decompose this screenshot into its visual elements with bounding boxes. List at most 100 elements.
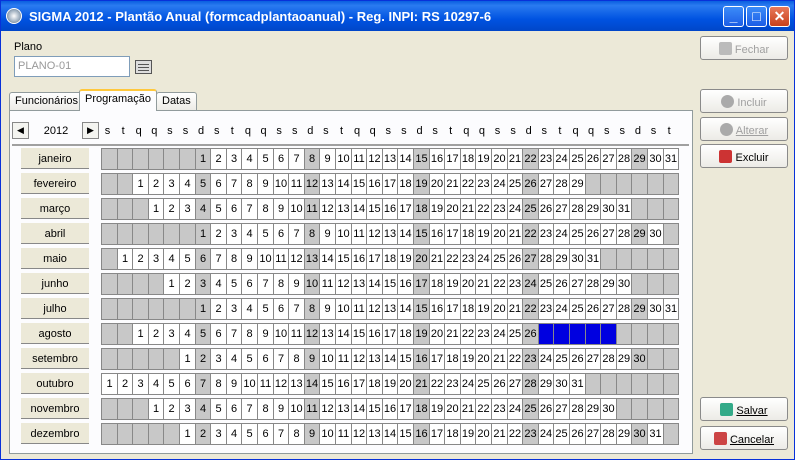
day-cell[interactable]: 27 xyxy=(522,248,539,270)
day-cell[interactable]: 1 xyxy=(132,323,149,345)
day-cell[interactable]: 21 xyxy=(507,148,523,170)
day-cell[interactable]: 24 xyxy=(491,323,508,345)
day-cell[interactable]: 14 xyxy=(351,198,367,220)
day-cell[interactable]: 7 xyxy=(241,398,258,420)
day-cell[interactable]: 15 xyxy=(366,198,383,220)
day-cell[interactable]: 4 xyxy=(195,198,211,220)
day-cell[interactable]: 7 xyxy=(273,348,289,370)
day-cell[interactable]: 23 xyxy=(444,373,461,395)
day-cell[interactable]: 18 xyxy=(382,248,398,270)
day-cell[interactable]: 6 xyxy=(241,273,258,295)
day-cell[interactable]: 5 xyxy=(257,298,274,320)
day-cell[interactable]: 28 xyxy=(600,423,617,445)
day-cell[interactable]: 11 xyxy=(351,223,367,245)
day-cell[interactable]: 22 xyxy=(522,298,539,320)
day-cell[interactable]: 30 xyxy=(647,148,664,170)
day-cell[interactable]: 7 xyxy=(210,248,227,270)
day-cell[interactable]: 22 xyxy=(460,173,476,195)
day-cell[interactable]: 25 xyxy=(569,223,586,245)
day-cell[interactable]: 12 xyxy=(273,373,289,395)
day-cell[interactable]: 15 xyxy=(413,223,430,245)
day-cell[interactable]: 7 xyxy=(288,298,305,320)
day-cell[interactable]: 3 xyxy=(226,298,242,320)
day-cell[interactable]: 14 xyxy=(382,423,398,445)
day-cell[interactable]: 23 xyxy=(475,323,492,345)
day-cell[interactable]: 11 xyxy=(351,298,367,320)
plano-input[interactable]: PLANO-01 xyxy=(14,56,130,77)
day-cell[interactable]: 11 xyxy=(319,273,336,295)
day-cell[interactable]: 25 xyxy=(569,298,586,320)
day-cell[interactable]: 23 xyxy=(522,423,539,445)
day-cell[interactable]: 16 xyxy=(429,223,445,245)
day-cell[interactable]: 24 xyxy=(507,198,523,220)
day-cell[interactable]: 12 xyxy=(319,198,336,220)
day-cell[interactable]: 6 xyxy=(273,298,289,320)
day-cell[interactable]: 8 xyxy=(257,398,274,420)
day-cell[interactable]: 8 xyxy=(304,298,320,320)
day-cell[interactable]: 13 xyxy=(366,348,383,370)
day-cell[interactable]: 11 xyxy=(351,148,367,170)
day-cell[interactable]: 16 xyxy=(429,148,445,170)
day-cell[interactable]: 1 xyxy=(117,248,133,270)
day-cell[interactable]: 13 xyxy=(319,173,336,195)
day-cell[interactable]: 3 xyxy=(226,148,242,170)
day-cell[interactable]: 2 xyxy=(210,148,227,170)
day-cell[interactable]: 12 xyxy=(288,248,305,270)
day-cell[interactable]: 17 xyxy=(382,173,398,195)
day-cell[interactable]: 15 xyxy=(382,273,398,295)
day-cell[interactable]: 24 xyxy=(522,273,539,295)
day-cell[interactable]: 24 xyxy=(538,423,554,445)
plano-lookup-icon[interactable] xyxy=(135,60,152,74)
day-cell[interactable]: 25 xyxy=(491,248,508,270)
day-cell[interactable]: 9 xyxy=(257,323,274,345)
day-cell[interactable]: 7 xyxy=(226,323,242,345)
day-cell[interactable]: 15 xyxy=(319,373,336,395)
day-cell[interactable]: 16 xyxy=(351,248,367,270)
day-cell[interactable]: 5 xyxy=(163,373,180,395)
day-cell[interactable]: 28 xyxy=(585,273,601,295)
day-cell[interactable]: 31 xyxy=(585,248,601,270)
day-cell[interactable]: 5 xyxy=(226,273,242,295)
day-cell[interactable]: 26 xyxy=(507,248,523,270)
day-cell[interactable]: 11 xyxy=(257,373,274,395)
day-cell[interactable]: 12 xyxy=(366,148,383,170)
day-cell[interactable]: 14 xyxy=(397,223,414,245)
title-bar[interactable]: SIGMA 2012 - Plantão Anual (formcadplant… xyxy=(1,1,794,31)
day-cell[interactable]: 14 xyxy=(397,298,414,320)
day-cell[interactable]: 3 xyxy=(226,223,242,245)
day-cell[interactable]: 18 xyxy=(460,148,476,170)
day-cell[interactable]: 3 xyxy=(210,423,227,445)
day-cell[interactable]: 21 xyxy=(444,173,461,195)
day-cell[interactable]: 2 xyxy=(148,323,164,345)
day-cell[interactable]: 9 xyxy=(288,273,305,295)
day-cell[interactable]: 12 xyxy=(351,423,367,445)
day-cell[interactable]: 6 xyxy=(273,223,289,245)
day-cell[interactable]: 27 xyxy=(585,423,601,445)
day-cell[interactable]: 24 xyxy=(491,173,508,195)
day-cell[interactable]: 22 xyxy=(475,398,492,420)
day-cell[interactable]: 7 xyxy=(195,373,211,395)
day-cell[interactable]: 8 xyxy=(304,148,320,170)
day-cell[interactable]: 19 xyxy=(460,423,476,445)
day-cell[interactable]: 9 xyxy=(319,223,336,245)
day-cell[interactable]: 10 xyxy=(335,223,352,245)
day-cell[interactable]: 12 xyxy=(304,323,320,345)
day-cell[interactable]: 22 xyxy=(507,423,523,445)
day-cell[interactable]: 11 xyxy=(288,173,305,195)
day-cell[interactable]: 20 xyxy=(475,348,492,370)
day-cell[interactable]: 27 xyxy=(600,148,617,170)
day-cell[interactable]: 24 xyxy=(553,148,570,170)
day-cell[interactable]: 5 xyxy=(195,173,211,195)
day-cell[interactable]: 30 xyxy=(631,348,648,370)
day-cell[interactable]: 8 xyxy=(210,373,227,395)
day-cell[interactable]: 3 xyxy=(163,323,180,345)
day-cell[interactable]: 31 xyxy=(663,298,679,320)
day-cell[interactable]: 7 xyxy=(241,198,258,220)
day-cell[interactable]: 3 xyxy=(195,273,211,295)
day-cell[interactable]: 5 xyxy=(179,248,196,270)
day-cell[interactable]: 16 xyxy=(382,198,398,220)
day-cell[interactable]: 17 xyxy=(397,398,414,420)
day-cell[interactable]: 17 xyxy=(429,348,445,370)
day-cell[interactable]: 26 xyxy=(491,373,508,395)
day-cell[interactable]: 1 xyxy=(195,148,211,170)
